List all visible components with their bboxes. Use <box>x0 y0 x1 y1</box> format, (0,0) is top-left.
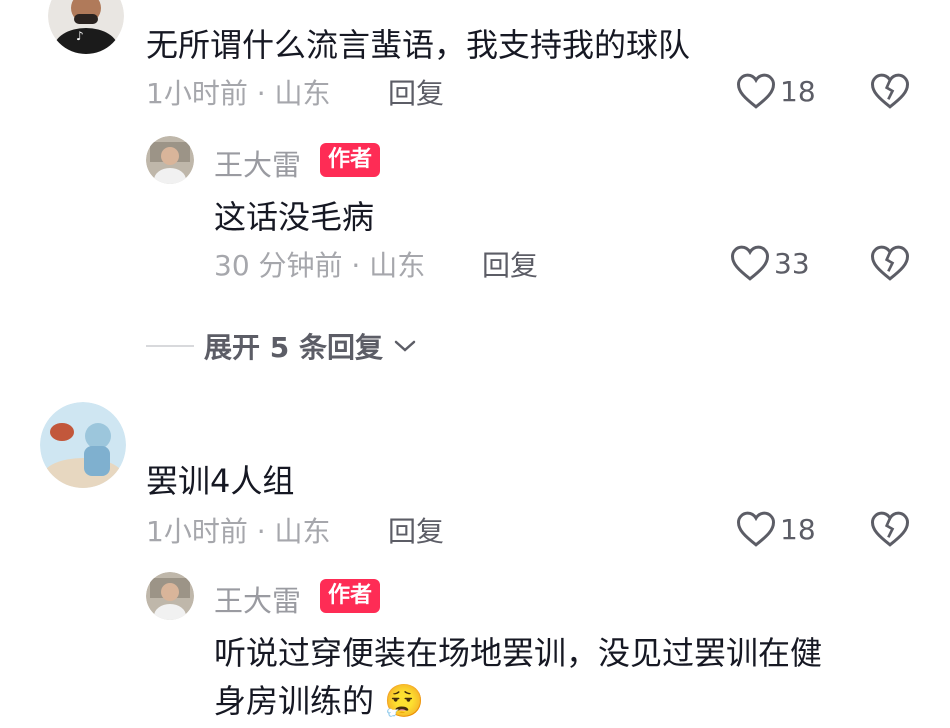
like-count: 33 <box>774 246 810 280</box>
like-count: 18 <box>780 512 816 546</box>
heart-outline-icon <box>730 245 770 281</box>
reply-text-line-2-text: 身房训练的 <box>214 682 375 720</box>
reply-button[interactable]: 回复 <box>388 72 444 112</box>
like-button[interactable]: 33 <box>730 244 810 282</box>
author-name[interactable]: 王大雷 <box>214 142 301 184</box>
comment-meta: 1小时前 · 山东 <box>146 77 331 110</box>
reply-button[interactable]: 回复 <box>482 244 538 284</box>
author-avatar[interactable] <box>146 572 194 620</box>
divider <box>146 345 194 347</box>
dislike-button[interactable] <box>870 72 910 114</box>
heart-outline-icon <box>736 73 776 109</box>
comment-avatar[interactable]: ♪ <box>48 0 124 54</box>
comment-text: 无所谓什么流言蜚语，我支持我的球队 <box>146 26 691 64</box>
dislike-button[interactable] <box>870 244 910 286</box>
broken-heart-icon <box>870 73 910 109</box>
broken-heart-icon <box>870 245 910 281</box>
expand-replies-label: 展开 5 条回复 <box>204 331 383 364</box>
like-button[interactable]: 18 <box>736 510 816 548</box>
like-button[interactable]: 18 <box>736 72 816 110</box>
reply-text-line-1: 听说过穿便装在场地罢训，没见过罢训在健 <box>214 634 823 672</box>
expand-replies[interactable]: 展开 5 条回复 <box>146 326 417 366</box>
comment-text: 罢训4人组 <box>146 462 295 500</box>
author-name[interactable]: 王大雷 <box>214 578 301 620</box>
reply-text: 这话没毛病 <box>214 198 375 236</box>
author-badge: 作者 <box>320 143 381 177</box>
reply-meta: 30 分钟前 · 山东 <box>214 249 426 282</box>
reply-button[interactable]: 回复 <box>388 510 444 550</box>
author-avatar[interactable] <box>146 136 194 184</box>
comment-avatar[interactable] <box>40 402 126 488</box>
chevron-down-icon <box>394 340 416 352</box>
broken-heart-icon <box>870 511 910 547</box>
sigh-emoji: 😮‍💨 <box>384 682 425 720</box>
svg-text:♪: ♪ <box>76 29 84 43</box>
author-badge: 作者 <box>320 579 381 613</box>
heart-outline-icon <box>736 511 776 547</box>
comment-meta: 1小时前 · 山东 <box>146 515 331 548</box>
reply-text-line-2: 身房训练的 😮‍💨 <box>214 676 424 722</box>
like-count: 18 <box>780 74 816 108</box>
dislike-button[interactable] <box>870 510 910 552</box>
